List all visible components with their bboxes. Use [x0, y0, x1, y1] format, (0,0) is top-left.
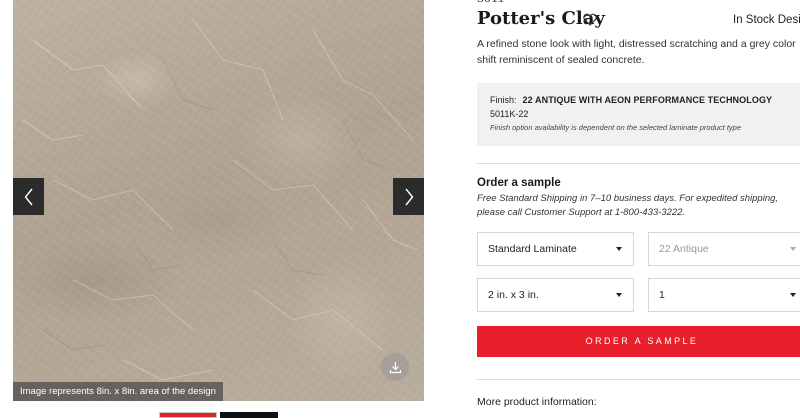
finish-code: 5011K-22: [490, 109, 529, 119]
finish-select[interactable]: 22 Antique: [648, 232, 800, 266]
size-value: 2 in. x 3 in.: [488, 289, 539, 301]
heart-icon[interactable]: [583, 13, 597, 26]
previous-image-button[interactable]: [13, 178, 44, 215]
download-image-button[interactable]: [381, 353, 409, 381]
finish-label: Finish:: [490, 95, 517, 105]
caret-down-icon: [790, 247, 796, 251]
title-row: Potter's Clay In Stock Desig: [477, 8, 800, 32]
finish-note: Finish option availability is dependent …: [490, 123, 741, 132]
quantity-value: 1: [659, 289, 665, 301]
finish-info-box: Finish: 22 ANTIQUE WITH AEON PERFORMANCE …: [477, 83, 800, 146]
caret-down-icon: [616, 247, 622, 251]
stone-texture: [22, 19, 419, 381]
divider: [477, 163, 800, 164]
shipping-note: Free Standard Shipping in 7–10 business …: [477, 193, 779, 218]
product-type-value: Standard Laminate: [488, 243, 577, 255]
stock-status: In Stock Desig: [733, 14, 800, 26]
product-sku: 5011: [477, 0, 504, 7]
size-select[interactable]: 2 in. x 3 in.: [477, 278, 634, 312]
quantity-select[interactable]: 1: [648, 278, 800, 312]
image-caption: Image represents 8in. x 8in. area of the…: [13, 382, 223, 401]
thumbnail-1[interactable]: [159, 412, 217, 418]
chevron-right-icon: [404, 188, 413, 205]
more-product-info: More product information:: [477, 396, 597, 408]
product-details-panel: 5011 Potter's Clay In Stock Desig A refi…: [477, 0, 800, 418]
product-image-gallery: Image represents 8in. x 8in. area of the…: [13, 0, 424, 401]
order-sample-button[interactable]: ORDER A SAMPLE: [477, 326, 800, 357]
next-image-button[interactable]: [393, 178, 424, 215]
chevron-left-icon: [24, 188, 33, 205]
download-icon: [389, 361, 401, 373]
thumbnail-strip: [159, 412, 278, 418]
thumbnail-2[interactable]: [220, 412, 278, 418]
product-description: A refined stone look with light, distres…: [477, 38, 796, 66]
divider: [477, 379, 800, 380]
order-sample-heading: Order a sample: [477, 177, 561, 189]
finish-select-value: 22 Antique: [659, 243, 709, 255]
caret-down-icon: [790, 293, 796, 297]
finish-value: 22 ANTIQUE WITH AEON PERFORMANCE TECHNOL…: [522, 95, 773, 105]
caret-down-icon: [616, 293, 622, 297]
product-type-select[interactable]: Standard Laminate: [477, 232, 634, 266]
